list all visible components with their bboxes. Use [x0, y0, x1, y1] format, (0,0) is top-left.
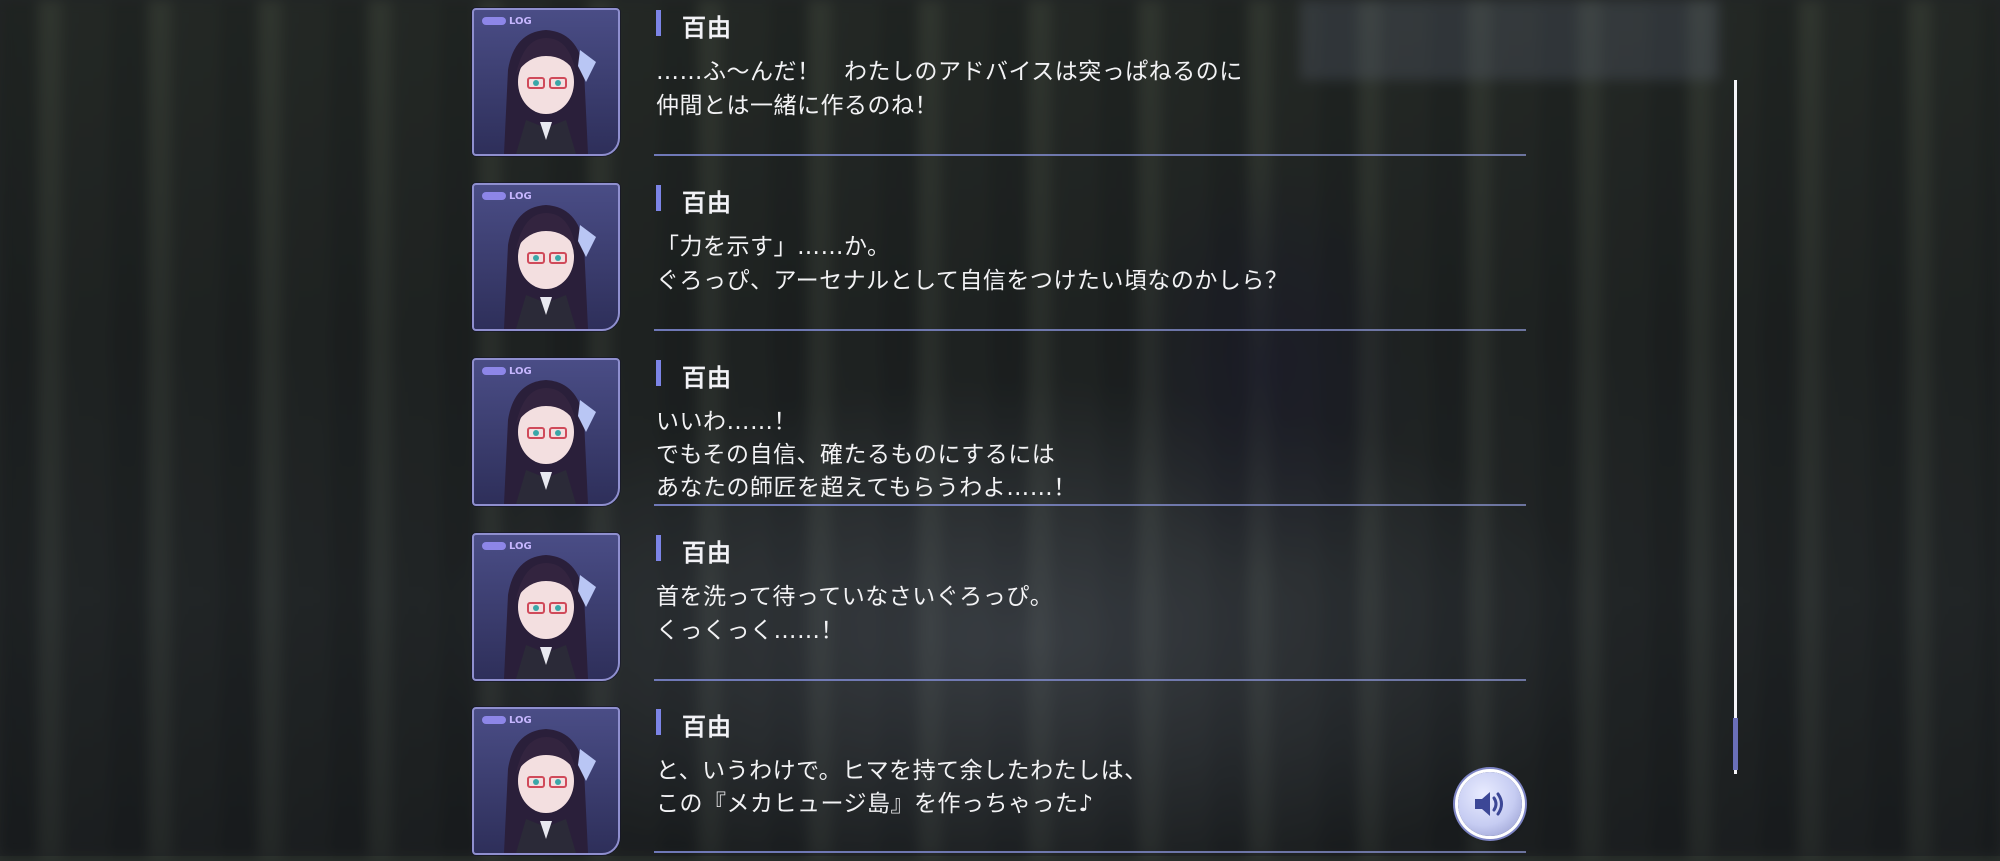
- speaker-name: 百由: [682, 539, 732, 567]
- log-entry: LOG 百由 首を洗って待っていなさいぐろっぴ。 くっくっく……！: [470, 527, 1526, 687]
- entry-separator: [654, 679, 1526, 681]
- character-portrait: LOG: [472, 533, 620, 681]
- voice-replay-button[interactable]: [1458, 772, 1522, 836]
- name-accent-bar: [656, 10, 661, 36]
- speaker-name: 百由: [682, 14, 732, 42]
- character-face-icon: [504, 380, 596, 504]
- dialogue-line: この『メカヒュージ島』を作っちゃった♪: [656, 791, 1094, 817]
- name-accent-bar: [656, 360, 661, 386]
- dialogue-line: ……ふ〜んだ！ わたしのアドバイスは突っぱねるのに: [656, 59, 1243, 85]
- speaker-icon: [1475, 792, 1503, 816]
- character-portrait: LOG: [472, 707, 620, 855]
- dialogue-line: 仲間とは一緒に作るのね！: [656, 93, 938, 119]
- dialogue-line: くっくっく……！: [656, 618, 844, 644]
- entry-separator: [654, 329, 1526, 331]
- name-accent-bar: [656, 535, 661, 561]
- log-entry: LOG 百由 「力を示す」……か。 ぐろっぴ、アーセナルとして自信をつけたい頃な…: [470, 177, 1526, 337]
- dialogue-line: あなたの師匠を超えてもらうわよ……！: [656, 475, 1077, 501]
- speaker-name: 百由: [682, 713, 732, 741]
- name-accent-bar: [656, 185, 661, 211]
- name-accent-bar: [656, 709, 661, 735]
- character-face-icon: [504, 555, 596, 679]
- speaker-name: 百由: [682, 189, 732, 217]
- character-face-icon: [504, 205, 596, 329]
- entry-separator: [654, 154, 1526, 156]
- dialogue-line: 「力を示す」……か。: [656, 234, 891, 260]
- scrollbar-thumb[interactable]: [1733, 718, 1738, 770]
- character-portrait: LOG: [472, 8, 620, 156]
- dialogue-line: でもその自信、確たるものにするには: [656, 442, 1056, 468]
- entry-separator: [654, 851, 1526, 853]
- speaker-name: 百由: [682, 364, 732, 392]
- character-portrait: LOG: [472, 183, 620, 331]
- dialogue-line: ぐろっぴ、アーセナルとして自信をつけたい頃なのかしら？: [656, 268, 1289, 294]
- log-entry: LOG 百由 ……ふ〜んだ！ わたしのアドバイスは突っぱねるのに 仲間とは一緒に…: [470, 2, 1526, 162]
- dialogue-line: 首を洗って待っていなさいぐろっぴ。: [656, 584, 1054, 610]
- character-face-icon: [504, 729, 596, 853]
- log-entry: LOG 百由 いいわ……！ でもその自信、確たるものにするには あなたの師匠を超…: [470, 352, 1526, 512]
- log-entry: LOG 百由 と、いうわけで。ヒマを持て余したわたしは、 この『メカヒュージ島』…: [470, 701, 1526, 861]
- dialogue-line: いいわ……！: [656, 409, 797, 435]
- log-scrollbar[interactable]: [1734, 80, 1737, 774]
- entry-separator: [654, 504, 1526, 506]
- character-face-icon: [504, 30, 596, 154]
- dialogue-line: と、いうわけで。ヒマを持て余したわたしは、: [656, 758, 1148, 784]
- character-portrait: LOG: [472, 358, 620, 506]
